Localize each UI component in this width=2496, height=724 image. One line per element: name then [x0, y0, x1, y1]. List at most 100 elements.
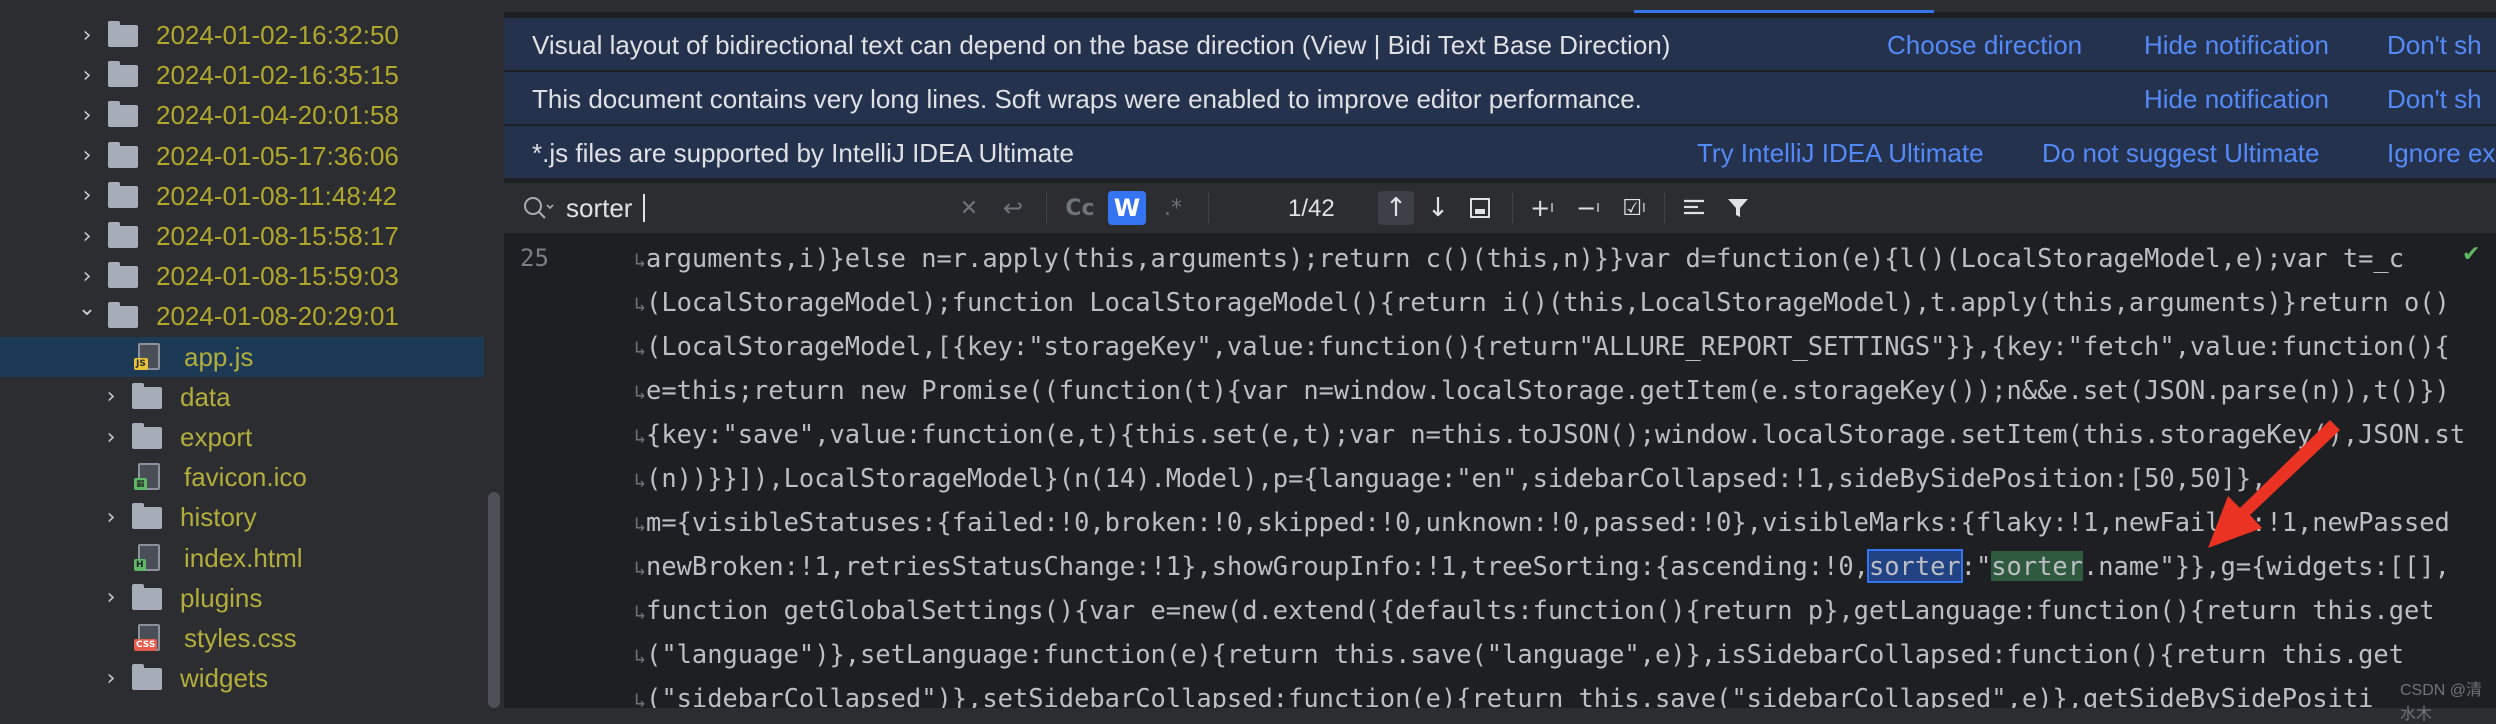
chevron-right-icon[interactable]: › [100, 377, 122, 417]
folder-icon [132, 583, 162, 610]
find-bar: sorter ✕ ↩ Cc W .* 1/42 ↑ ↓ + I − I ☑ I [504, 183, 2496, 234]
select-all-occurrences-icon[interactable] [1462, 191, 1498, 225]
tree-item-label: 2024-01-02-16:35:15 [156, 60, 399, 91]
chevron-right-icon[interactable]: › [100, 417, 122, 457]
regex-button[interactable]: .* [1154, 191, 1192, 225]
chevron-right-icon[interactable]: › [100, 578, 122, 618]
image-file-icon: ▦ [134, 463, 160, 491]
soft-wrap-icon: ↳ [634, 600, 647, 624]
tree-item-label: 2024-01-05-17:36:06 [156, 140, 399, 171]
code-line: ↳m={visibleStatuses:{failed:!0,broken:!0… [634, 500, 2450, 544]
chevron-right-icon[interactable]: › [76, 136, 98, 176]
ignore-extension-link[interactable]: Ignore ex [2387, 138, 2495, 169]
new-line-icon[interactable]: ↩ [996, 191, 1030, 225]
choose-direction-link[interactable]: Choose direction [1887, 30, 2082, 61]
filter-icon[interactable] [1718, 191, 1758, 225]
code-line-text: m={visibleStatuses:{failed:!0,broken:!0,… [646, 507, 2450, 537]
tree-folder-row[interactable] [0, 698, 484, 708]
editor-tab-active[interactable] [1634, 0, 1934, 13]
hide-notification-link[interactable]: Hide notification [2144, 84, 2329, 115]
chevron-right-icon[interactable]: › [76, 95, 98, 135]
chevron-right-icon[interactable]: › [76, 216, 98, 256]
tree-file-row[interactable]: CSS styles.css [0, 618, 484, 658]
tree-folder-row[interactable]: ⌄ 2024-01-08-20:29:01 [0, 296, 484, 336]
tree-folder-row[interactable]: › 2024-01-02-16:32:50 [0, 15, 484, 55]
code-line: ↳("language")},setLanguage:function(e){r… [634, 632, 2404, 676]
tree-item-label: plugins [180, 582, 263, 613]
clear-search-icon[interactable]: ✕ [954, 191, 984, 225]
previous-occurrence-icon[interactable]: ↑ [1378, 191, 1414, 225]
tree-folder-row[interactable]: › 2024-01-02-16:35:15 [0, 55, 484, 95]
chevron-down-icon[interactable]: ⌄ [76, 288, 98, 328]
inspection-ok-icon[interactable]: ✔ [2462, 242, 2480, 267]
tree-scrollbar[interactable] [484, 0, 504, 708]
tree-folder-row[interactable]: › plugins [0, 578, 484, 618]
tree-folder-row[interactable]: › export [0, 417, 484, 457]
tree-folder-row[interactable]: › 2024-01-05-17:36:06 [0, 136, 484, 176]
do-not-suggest-link[interactable]: Do not suggest Ultimate [2042, 138, 2319, 169]
code-line-text: ("language")},setLanguage:function(e){re… [646, 639, 2404, 669]
soft-wrap-icon: ↳ [634, 248, 647, 272]
editor-tab[interactable] [974, 0, 1104, 10]
folder-icon [108, 21, 138, 47]
remove-occurrence-icon[interactable]: − I [1568, 191, 1608, 225]
dont-show-link[interactable]: Don't sh [2387, 30, 2482, 61]
search-input[interactable]: sorter [566, 193, 632, 224]
match-case-button[interactable]: Cc [1061, 191, 1099, 225]
folder-icon [108, 181, 138, 208]
next-occurrence-icon[interactable]: ↓ [1420, 191, 1456, 225]
tree-file-row[interactable]: Hindex.html [0, 538, 484, 578]
folder-icon [132, 423, 162, 449]
code-line-text: :" [1960, 551, 1992, 581]
chevron-right-icon[interactable]: › [76, 55, 98, 95]
dont-show-link[interactable]: Don't sh [2387, 84, 2482, 115]
tree-folder-row[interactable]: › 2024-01-08-15:58:17 [0, 216, 484, 256]
tree-file-row[interactable]: JS app.js [0, 336, 484, 377]
banner-message: Visual layout of bidirectional text can … [532, 30, 1671, 60]
filter-context-icon[interactable] [1674, 191, 1714, 225]
code-line: ↳function getGlobalSettings(){var e=new(… [634, 588, 2435, 632]
tree-folder-row[interactable]: › widgets [0, 658, 484, 698]
tree-item-label: data [180, 381, 231, 412]
separator [1046, 193, 1047, 223]
tree-folder-row[interactable]: › 2024-01-04-20:01:58 [0, 95, 484, 135]
search-history-icon[interactable] [522, 195, 554, 226]
bidi-notification-banner: Visual layout of bidirectional text can … [504, 18, 2496, 72]
js-file-icon: JS [134, 342, 160, 370]
tree-item-label: favicon.ico [184, 462, 307, 493]
html-file-icon: H [134, 543, 160, 571]
editor-tab[interactable] [634, 0, 774, 10]
code-line-text: e=this;return new Promise((function(t){v… [646, 375, 2450, 405]
tree-folder-row[interactable]: › 2024-01-08-15:59:03 [0, 256, 484, 296]
editor-area: Visual layout of bidirectional text can … [504, 0, 2496, 708]
hide-notification-link[interactable]: Hide notification [2144, 30, 2329, 61]
current-search-match[interactable]: sorter [1866, 549, 1963, 583]
code-line-text: function getGlobalSettings(){var e=new(d… [646, 595, 2435, 625]
tree-folder-row[interactable]: › data [0, 377, 484, 417]
chevron-right-icon[interactable]: › [76, 15, 98, 55]
editor-tab[interactable] [1264, 0, 1404, 10]
code-line: ↳e=this;return new Promise((function(t){… [634, 368, 2450, 412]
soft-wrap-icon: ↳ [634, 336, 647, 360]
code-line: ↳(n))}}]),LocalStorageModel}(n(14).Model… [634, 456, 2266, 500]
whole-words-button[interactable]: W [1108, 191, 1146, 225]
editor-tab[interactable] [524, 0, 584, 10]
tree-item-label: 2024-01-08-15:59:03 [156, 261, 399, 292]
chevron-right-icon[interactable]: › [100, 658, 122, 698]
try-ultimate-link[interactable]: Try IntelliJ IDEA Ultimate [1697, 138, 1984, 169]
chevron-right-icon[interactable]: › [100, 497, 122, 537]
chevron-right-icon[interactable]: › [76, 176, 98, 216]
tree-folder-row[interactable]: › history [0, 497, 484, 537]
code-line-text: ("sidebarCollapsed")},setSidebarCollapse… [646, 683, 2374, 708]
tree-file-row[interactable]: ▦ favicon.ico [0, 457, 484, 497]
add-occurrence-icon[interactable]: + I [1522, 191, 1562, 225]
code-line-text: (n))}}]),LocalStorageModel}(n(14).Model)… [646, 463, 2267, 493]
tree-item-label: widgets [180, 663, 269, 694]
select-all-carets-icon[interactable]: ☑ I [1614, 191, 1654, 225]
tree-folder-row[interactable]: › 2024-01-08-11:48:42 [0, 176, 484, 216]
project-tree: › 2024-01-02-16:32:50 › 2024-01-02-16:35:15… [0, 0, 484, 708]
tree-scrollbar-thumb[interactable] [488, 492, 500, 708]
banner-message: This document contains very long lines. … [532, 84, 1642, 114]
editor-tab[interactable] [804, 0, 944, 10]
search-match[interactable]: sorter [1991, 551, 2083, 581]
